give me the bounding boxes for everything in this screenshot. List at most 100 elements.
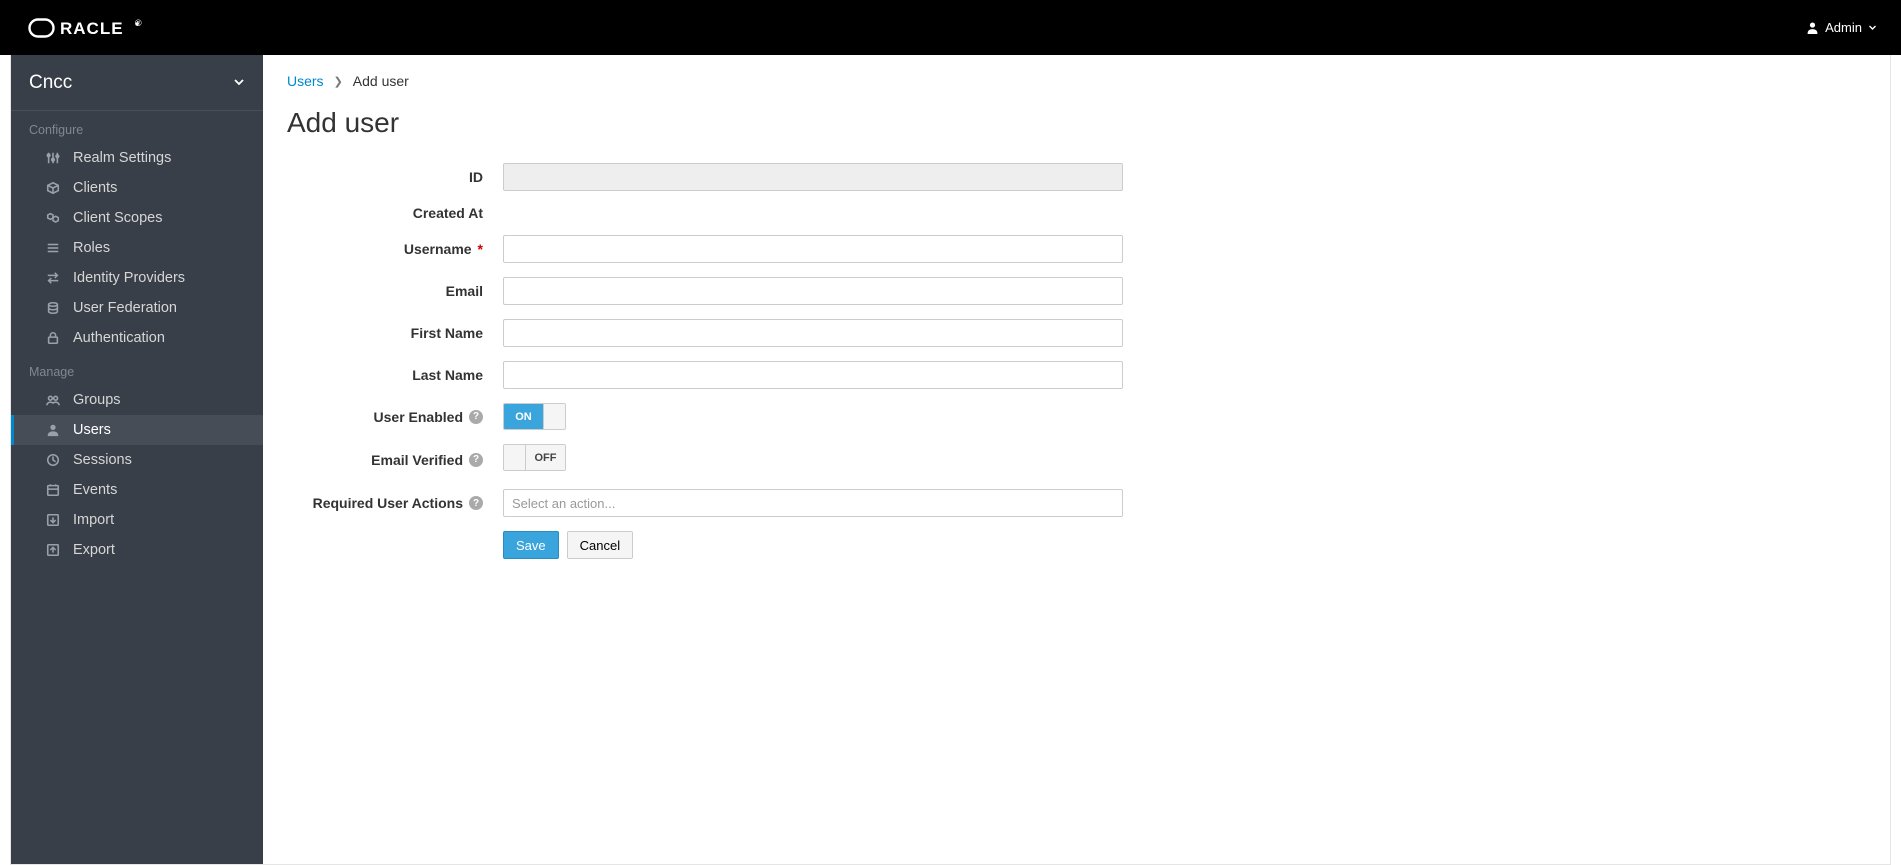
help-icon[interactable]: ? [469, 410, 483, 424]
import-icon [45, 512, 61, 528]
user-solid-icon [1806, 21, 1819, 34]
row-created-at: Created At [287, 205, 1407, 221]
username-field[interactable] [503, 235, 1123, 263]
chevron-down-icon [233, 72, 245, 94]
nav-label: User Federation [73, 300, 177, 316]
toggle-label: OFF [526, 445, 565, 470]
list-icon [45, 240, 61, 256]
clock-icon [45, 452, 61, 468]
label-email: Email [287, 283, 503, 299]
oracle-logo-icon: RACLE ® [28, 18, 178, 38]
sidebar-item-authentication: Authentication [11, 323, 263, 353]
nav-label: Client Scopes [73, 210, 162, 226]
topbar: RACLE ® Admin [0, 0, 1901, 55]
label-required-actions: Required User Actions ? [287, 495, 503, 511]
row-username: Username* [287, 235, 1407, 263]
export-icon [45, 542, 61, 558]
app-shell: Cncc Configure Realm Settings Clients Cl… [10, 55, 1891, 865]
angle-right-icon: ❯ [334, 75, 343, 88]
last-name-field[interactable] [503, 361, 1123, 389]
cubes-icon [45, 210, 61, 226]
row-email: Email [287, 277, 1407, 305]
nav-label: Authentication [73, 330, 165, 346]
user-menu[interactable]: Admin [1800, 20, 1883, 35]
label-user-enabled: User Enabled ? [287, 409, 503, 425]
sliders-icon [45, 150, 61, 166]
sidebar-nav-manage: Groups Users Sessions Events Import Expo… [11, 385, 263, 565]
nav-label: Events [73, 482, 117, 498]
sidebar-item-roles: Roles [11, 233, 263, 263]
svg-text:®: ® [135, 18, 142, 28]
cube-icon [45, 180, 61, 196]
nav-label: Import [73, 512, 114, 528]
save-button[interactable]: Save [503, 531, 559, 559]
label-id: ID [287, 169, 503, 185]
row-id: ID [287, 163, 1407, 191]
user-enabled-toggle[interactable]: ON [503, 403, 566, 430]
select-placeholder: Select an action... [512, 496, 615, 511]
sidebar-nav-configure: Realm Settings Clients Client Scopes Rol… [11, 143, 263, 353]
help-icon[interactable]: ? [469, 453, 483, 467]
exchange-icon [45, 270, 61, 286]
required-marker: * [478, 241, 483, 257]
nav-label: Export [73, 542, 115, 558]
row-user-enabled: User Enabled ? ON [287, 403, 1407, 430]
sidebar-item-events: Events [11, 475, 263, 505]
sidebar-item-users: Users [11, 415, 263, 445]
toggle-knob [504, 445, 526, 470]
sidebar-item-import: Import [11, 505, 263, 535]
sidebar-item-user-federation: User Federation [11, 293, 263, 323]
realm-selector[interactable]: Cncc [11, 55, 263, 111]
sidebar-section-configure: Configure [11, 111, 263, 143]
sidebar-item-clients: Clients [11, 173, 263, 203]
realm-name: Cncc [29, 72, 72, 94]
breadcrumb-parent[interactable]: Users [287, 73, 324, 89]
nav-label: Clients [73, 180, 117, 196]
help-icon[interactable]: ? [469, 496, 483, 510]
main-content: Users ❯ Add user Add user ID Created At … [263, 55, 1890, 864]
nav-label: Groups [73, 392, 121, 408]
group-icon [45, 392, 61, 408]
calendar-icon [45, 482, 61, 498]
label-username: Username* [287, 241, 503, 257]
nav-label: Roles [73, 240, 110, 256]
toggle-knob [543, 404, 565, 429]
breadcrumb: Users ❯ Add user [287, 73, 1866, 89]
user-icon [45, 422, 61, 438]
breadcrumb-current: Add user [353, 73, 409, 89]
email-field[interactable] [503, 277, 1123, 305]
required-actions-select[interactable]: Select an action... [503, 489, 1123, 517]
brand-logo: RACLE ® [28, 0, 178, 55]
nav-label: Realm Settings [73, 150, 171, 166]
svg-text:RACLE: RACLE [60, 19, 124, 38]
sidebar-section-manage: Manage [11, 353, 263, 385]
sidebar-item-groups: Groups [11, 385, 263, 415]
database-icon [45, 300, 61, 316]
row-first-name: First Name [287, 319, 1407, 347]
id-field [503, 163, 1123, 191]
form-actions: Save Cancel [287, 531, 1407, 559]
sidebar-item-client-scopes: Client Scopes [11, 203, 263, 233]
nav-label: Identity Providers [73, 270, 185, 286]
sidebar-item-identity-providers: Identity Providers [11, 263, 263, 293]
add-user-form: ID Created At Username* Email First Name [287, 163, 1407, 559]
first-name-field[interactable] [503, 319, 1123, 347]
label-email-verified: Email Verified ? [287, 452, 503, 468]
toggle-label: ON [504, 404, 543, 429]
label-first-name: First Name [287, 325, 503, 341]
user-menu-label: Admin [1825, 20, 1862, 35]
nav-label: Users [73, 422, 111, 438]
sidebar-item-export: Export [11, 535, 263, 565]
email-verified-toggle[interactable]: OFF [503, 444, 566, 471]
sidebar-item-realm-settings: Realm Settings [11, 143, 263, 173]
row-required-actions: Required User Actions ? Select an action… [287, 489, 1407, 517]
page-title: Add user [287, 107, 1866, 139]
cancel-button[interactable]: Cancel [567, 531, 633, 559]
sidebar-item-sessions: Sessions [11, 445, 263, 475]
nav-label: Sessions [73, 452, 132, 468]
row-last-name: Last Name [287, 361, 1407, 389]
sidebar: Cncc Configure Realm Settings Clients Cl… [11, 55, 263, 864]
lock-icon [45, 330, 61, 346]
row-email-verified: Email Verified ? OFF [287, 444, 1407, 475]
label-last-name: Last Name [287, 367, 503, 383]
